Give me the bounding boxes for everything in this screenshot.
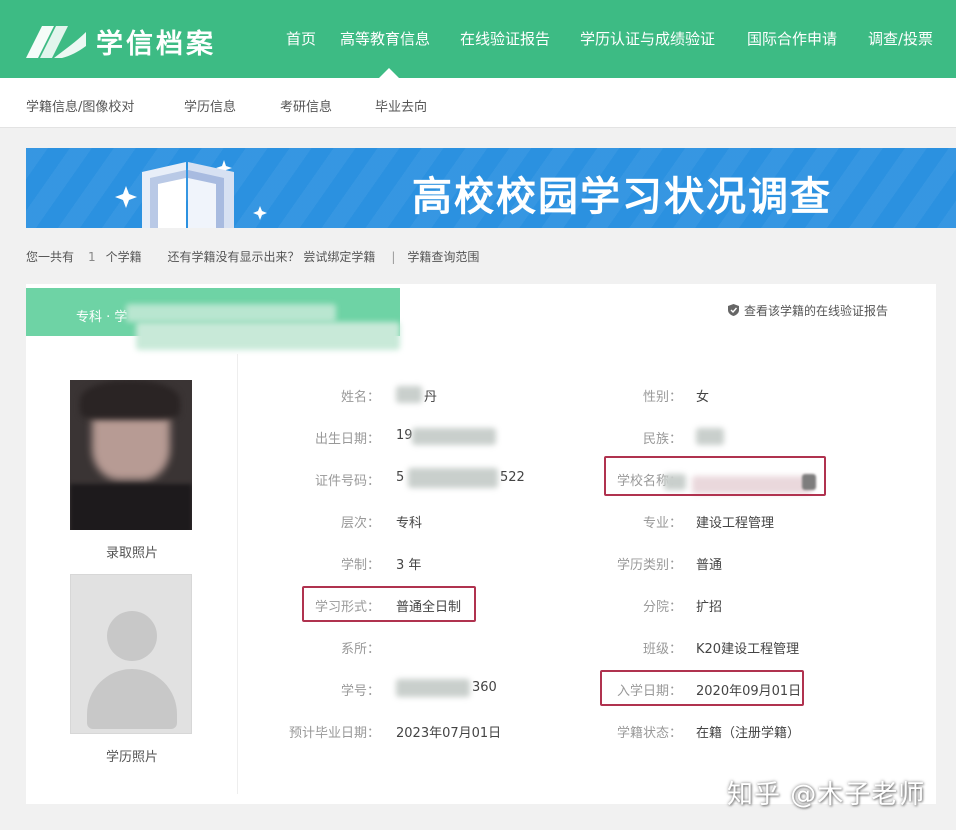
nav-online-verification[interactable]: 在线验证报告 (460, 28, 550, 49)
student-id-value: 360 (472, 680, 497, 695)
gender-value: 女 (696, 390, 710, 405)
nav-higher-education[interactable]: 高等教育信息 (340, 28, 430, 49)
id-number-tail: 522 (500, 470, 525, 485)
subnav-degree-info[interactable]: 学历信息 (184, 96, 236, 115)
birth-date-value: 19 (396, 428, 413, 443)
redacted-school-name (126, 304, 336, 322)
admission-photo-caption: 录取照片 (105, 546, 158, 561)
department-label: 系所： (340, 642, 380, 657)
class-label: 班级： (642, 642, 682, 657)
branch-value: 扩招 (696, 600, 723, 615)
redacted-name (396, 386, 422, 403)
subnav-student-status[interactable]: 学籍信息/图像校对 (26, 96, 134, 115)
record-count: 1 (88, 250, 96, 264)
redacted-ethnicity (696, 428, 724, 445)
admission-photo[interactable] (70, 380, 192, 530)
nav-home[interactable]: 首页 (286, 28, 316, 49)
expected-graduation-label: 预计毕业日期： (288, 726, 380, 741)
top-header: 学信档案 首页 高等教育信息 在线验证报告 学历认证与成绩验证 国际合作申请 调… (0, 0, 956, 78)
photo-column: 录取照片 学历照片 (26, 354, 238, 794)
level-value: 专科 (396, 516, 423, 531)
banner-title: 高校校园学习状况调查 (412, 174, 832, 220)
main-nav: 首页 高等教育信息 在线验证报告 学历认证与成绩验证 国际合作申请 调查/投票 (0, 0, 956, 78)
shield-icon (728, 304, 739, 316)
id-number-label: 证件号码： (314, 474, 380, 489)
highlight-study-mode (302, 586, 476, 622)
expected-graduation-value: 2023年07月01日 (396, 726, 502, 741)
nav-degree-certification[interactable]: 学历认证与成绩验证 (580, 28, 715, 49)
name-label: 姓名： (340, 390, 380, 405)
major-label: 专业： (642, 516, 682, 531)
degree-type-label: 学历类别： (616, 558, 682, 573)
duration-label: 学制： (340, 558, 380, 573)
gender-label: 性别： (642, 390, 682, 405)
verify-report-link[interactable]: 查看该学籍的在线验证报告 (728, 302, 888, 319)
birth-date-label: 出生日期： (314, 432, 380, 447)
nav-international[interactable]: 国际合作申请 (747, 28, 837, 49)
degree-photo-placeholder (70, 574, 192, 734)
degree-type-value: 普通 (696, 558, 723, 573)
sub-nav: 学籍信息/图像校对 学历信息 考研信息 毕业去向 (0, 78, 956, 128)
open-book-icon (115, 160, 267, 228)
highlight-enrollment-date (600, 670, 804, 706)
redacted-birth-date (412, 428, 496, 445)
redacted-tag-overflow (136, 322, 400, 350)
name-value: 丹 (424, 390, 438, 405)
subnav-graduation[interactable]: 毕业去向 (375, 96, 427, 115)
query-range-link[interactable]: 学籍查询范围 (407, 250, 479, 264)
verify-report-label: 查看该学籍的在线验证报告 (744, 304, 889, 318)
status-value: 在籍（注册学籍） (696, 726, 801, 741)
count-prefix: 您一共有 (26, 250, 75, 264)
level-label: 层次： (340, 516, 380, 531)
class-value: K20建设工程管理 (696, 642, 800, 657)
nav-survey[interactable]: 调查/投票 (868, 28, 933, 49)
branch-label: 分院： (642, 600, 682, 615)
id-number-value: 5 (396, 470, 405, 485)
duration-value: 3 年 (396, 558, 422, 573)
student-record-card: 专科 · 学 查看该学籍的在线验证报告 录取照片 学历照片 姓名： 丹 出生日期… (26, 284, 936, 804)
survey-banner[interactable]: 高校校园学习状况调查 (26, 148, 956, 228)
redacted-id-number (408, 468, 498, 488)
ethnicity-label: 民族： (642, 432, 682, 447)
zhihu-watermark: 知乎 @木子老师 (727, 780, 926, 810)
redacted-student-id (396, 679, 470, 697)
bind-record-link[interactable]: 还有学籍没有显示出来？ 尝试绑定学籍 (168, 250, 376, 264)
separator: | (391, 250, 396, 264)
subnav-postgrad-info[interactable]: 考研信息 (280, 96, 332, 115)
active-nav-caret (379, 68, 399, 78)
record-count-line: 您一共有 1 个学籍 还有学籍没有显示出来？ 尝试绑定学籍 | 学籍查询范围 (26, 248, 483, 265)
record-level-tag: 专科 · 学 (76, 310, 128, 325)
highlight-school-name (604, 456, 826, 496)
major-value: 建设工程管理 (696, 516, 775, 531)
degree-photo-caption: 学历照片 (105, 750, 158, 765)
count-suffix: 个学籍 (105, 250, 142, 264)
status-label: 学籍状态： (616, 726, 682, 741)
student-id-label: 学号： (340, 684, 380, 699)
